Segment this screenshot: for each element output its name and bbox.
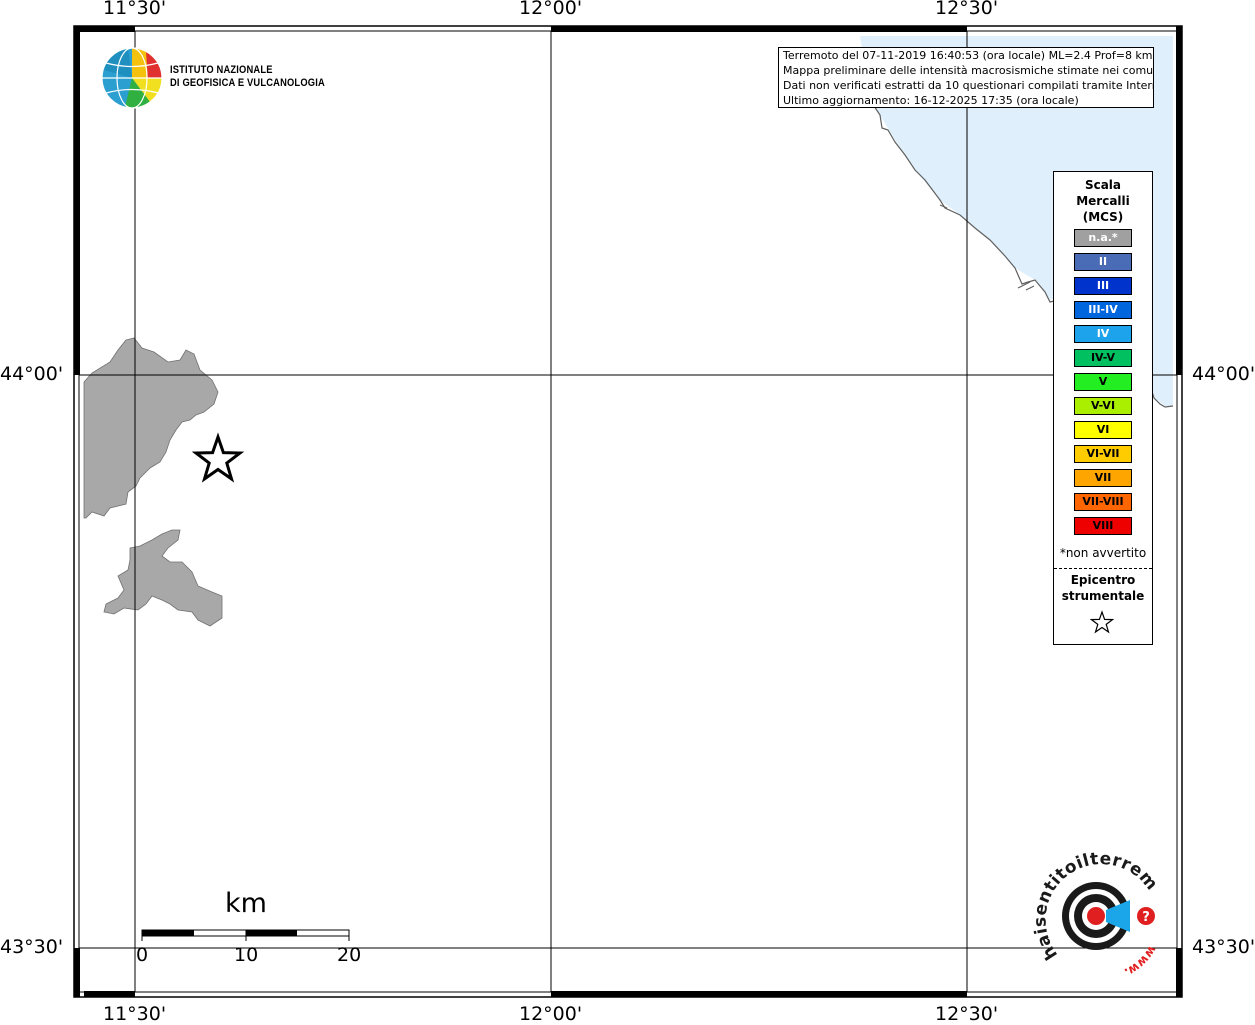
legend-item: III [1074, 277, 1132, 295]
label-lon-bottom-3: 12°30' [935, 1003, 999, 1025]
land-territory-north [83, 337, 219, 519]
scale-tick-20: 20 [337, 944, 362, 966]
label-lon-top-1: 11°30' [103, 0, 167, 19]
scale-bar [141, 929, 350, 941]
info-line-updated: Ultimo aggiornamento: 16-12-2025 17:35 (… [783, 94, 1079, 107]
scale-bar-title: km [225, 888, 267, 919]
label-lat-left-2: 43°30' [0, 936, 64, 958]
legend-title: Scala Mercalli (MCS) [1054, 177, 1152, 225]
legend-epicenter-label: Epicentro strumentale [1054, 572, 1152, 604]
info-line-source: Dati non verificati estratti da 10 quest… [783, 79, 1154, 92]
institute-name: ISTITUTO NAZIONALE DI GEOFISICA E VULCAN… [170, 64, 325, 90]
land-territory-south [103, 529, 223, 627]
legend-item: IV-V [1074, 349, 1132, 367]
legend-title-line1: Scala [1084, 178, 1122, 192]
institute-name-line1: ISTITUTO NAZIONALE [170, 64, 273, 76]
legend-title-line2: Mercalli [1076, 194, 1130, 208]
label-lon-bottom-1: 11°30' [103, 1003, 167, 1025]
earthquake-info-box: Terremoto del 07-11-2019 16:40:53 (ora l… [778, 47, 1154, 108]
label-lon-top-3: 12°30' [935, 0, 999, 19]
label-lat-left-1: 44°00' [0, 363, 64, 385]
scale-tick-0: 0 [136, 944, 149, 966]
legend-item: III-IV [1074, 301, 1132, 319]
legend-epicenter-line2: strumentale [1061, 589, 1145, 603]
intensity-legend: Scala Mercalli (MCS) n.a.* II III III-IV IV I… [1053, 171, 1153, 645]
legend-item: n.a.* [1074, 229, 1132, 247]
legend-item: VII-VIII [1074, 493, 1132, 511]
label-lon-top-2: 12°00' [519, 0, 583, 19]
svg-text:?: ? [1142, 910, 1150, 925]
legend-title-line3: (MCS) [1082, 210, 1124, 224]
info-line-event: Terremoto del 07-11-2019 16:40:53 (ora l… [783, 49, 1153, 62]
legend-item: VI [1074, 421, 1132, 439]
info-line-description: Mappa preliminare delle intensità macros… [783, 64, 1154, 77]
legend-item: II [1074, 253, 1132, 271]
label-lon-bottom-2: 12°00' [519, 1003, 583, 1025]
legend-epicenter-line1: Epicentro [1070, 573, 1136, 587]
legend-star-icon [1090, 610, 1114, 634]
legend-item: VIII [1074, 517, 1132, 535]
legend-item: VI-VII [1074, 445, 1132, 463]
legend-item: VII [1074, 469, 1132, 487]
legend-item: V [1074, 373, 1132, 391]
legend-divider [1054, 568, 1152, 569]
scale-tick-10: 10 [234, 944, 259, 966]
institute-name-line2: DI GEOFISICA E VULCANOLOGIA [170, 77, 325, 89]
legend-note: *non avvertito [1059, 546, 1147, 560]
epicenter-star-icon[interactable] [191, 432, 245, 483]
ingv-logo-icon [101, 47, 163, 109]
label-lat-right-2: 43°30' [1192, 936, 1255, 958]
legend-item: V-VI [1074, 397, 1132, 415]
legend-item: IV [1074, 325, 1132, 343]
svg-text:www.: www. [1122, 943, 1159, 979]
label-lat-right-1: 44°00' [1192, 363, 1255, 385]
